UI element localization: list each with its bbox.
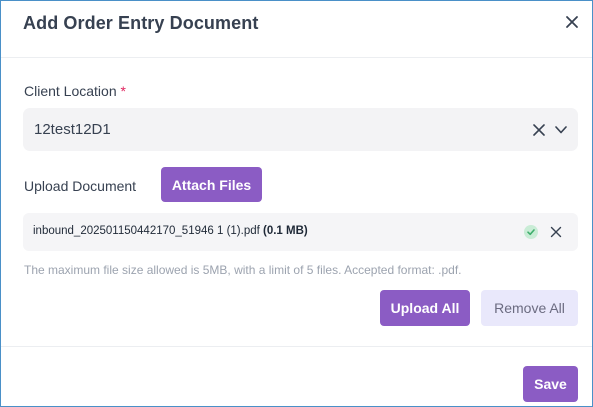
chevron-down-icon[interactable] <box>554 124 568 136</box>
check-circle-icon <box>524 225 538 239</box>
file-name-text: inbound_202501150442170_51946 1 (1).pdf <box>33 225 260 237</box>
footer-divider <box>1 346 592 347</box>
remove-file-icon[interactable] <box>550 226 562 238</box>
upload-all-button[interactable]: Upload All <box>380 290 470 326</box>
file-size: (0.1 MB) <box>263 225 308 237</box>
upload-hint: The maximum file size allowed is 5MB, wi… <box>24 263 462 277</box>
required-marker: * <box>120 83 126 99</box>
client-location-value: 12test12D1 <box>34 121 111 138</box>
file-list-item: inbound_202501150442170_51946 1 (1).pdf … <box>23 213 578 251</box>
remove-all-button[interactable]: Remove All <box>481 290 578 326</box>
client-location-label: Client Location * <box>24 83 126 99</box>
add-order-entry-modal: Add Order Entry Document Client Location… <box>0 0 593 407</box>
attach-files-button[interactable]: Attach Files <box>161 167 262 202</box>
modal-title: Add Order Entry Document <box>23 13 259 33</box>
file-name: inbound_202501150442170_51946 1 (1).pdf … <box>33 225 308 237</box>
client-location-label-text: Client Location <box>24 83 117 99</box>
save-button[interactable]: Save <box>523 366 578 402</box>
modal-header: Add Order Entry Document <box>1 1 592 47</box>
client-location-select[interactable]: 12test12D1 <box>23 108 578 151</box>
close-icon[interactable] <box>564 14 580 30</box>
header-divider <box>1 57 592 58</box>
upload-document-label: Upload Document <box>24 178 137 194</box>
clear-icon[interactable] <box>532 123 546 137</box>
